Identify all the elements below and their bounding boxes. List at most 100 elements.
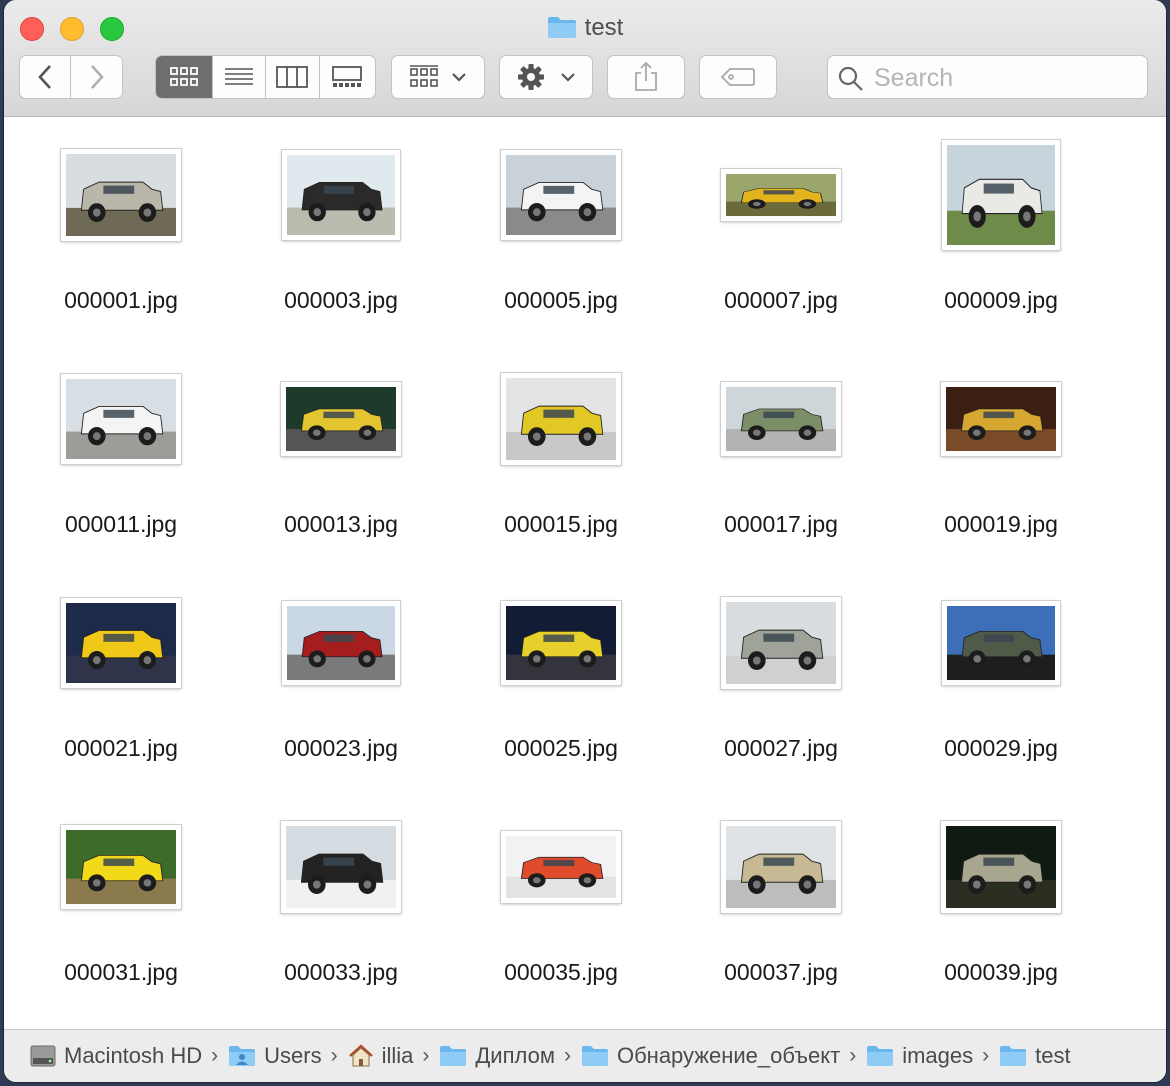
thumbnail-image bbox=[66, 154, 176, 236]
file-thumbnail[interactable] bbox=[501, 150, 621, 240]
group-by-button[interactable] bbox=[391, 55, 485, 99]
file-item[interactable]: 000005.jpg bbox=[456, 143, 666, 343]
file-item[interactable]: 000037.jpg bbox=[676, 815, 886, 1015]
folder-icon bbox=[866, 1045, 902, 1067]
path-item[interactable]: Macintosh HD bbox=[30, 1043, 202, 1069]
thumbnail-image bbox=[66, 603, 176, 683]
path-item-label: Диплом bbox=[475, 1043, 555, 1068]
file-name: 000019.jpg bbox=[944, 511, 1058, 537]
file-item[interactable]: 000009.jpg bbox=[896, 140, 1106, 343]
file-name: 000021.jpg bbox=[64, 735, 178, 761]
view-mode-control bbox=[155, 55, 376, 99]
file-thumbnail[interactable] bbox=[501, 601, 621, 685]
chevron-down-icon bbox=[452, 73, 466, 82]
action-control[interactable] bbox=[500, 56, 592, 98]
file-thumbnail[interactable] bbox=[501, 373, 621, 465]
file-thumbnail[interactable] bbox=[61, 149, 181, 241]
file-name: 000005.jpg bbox=[504, 287, 618, 313]
share-icon bbox=[635, 62, 657, 91]
forward-button[interactable] bbox=[71, 56, 122, 98]
back-button[interactable] bbox=[20, 56, 72, 98]
path-item-label: images bbox=[902, 1043, 974, 1068]
file-item[interactable]: 000013.jpg bbox=[236, 367, 446, 567]
file-thumbnail[interactable] bbox=[721, 382, 841, 456]
file-item[interactable]: 000017.jpg bbox=[676, 367, 886, 567]
path-item[interactable]: Диплом bbox=[439, 1043, 555, 1069]
path-item-label: test bbox=[1035, 1043, 1071, 1068]
file-item[interactable]: 000001.jpg bbox=[16, 143, 226, 343]
file-item[interactable]: 000023.jpg bbox=[236, 591, 446, 791]
file-name: 000017.jpg bbox=[724, 511, 838, 537]
gear-icon bbox=[518, 64, 544, 90]
file-thumbnail[interactable] bbox=[501, 831, 621, 903]
folder-icon bbox=[439, 1045, 475, 1067]
thumbnail-image bbox=[287, 155, 395, 235]
thumbnail-image bbox=[506, 836, 616, 898]
file-thumbnail[interactable] bbox=[282, 601, 400, 685]
file-thumbnail[interactable] bbox=[721, 821, 841, 913]
file-thumbnail[interactable] bbox=[61, 598, 181, 688]
file-name: 000039.jpg bbox=[944, 959, 1058, 985]
file-item[interactable]: 000015.jpg bbox=[456, 367, 666, 567]
thumbnail-image bbox=[286, 826, 396, 908]
thumbnail-image bbox=[726, 387, 836, 451]
nav-buttons bbox=[19, 55, 123, 99]
file-name: 000011.jpg bbox=[64, 511, 178, 537]
file-item[interactable]: 000003.jpg bbox=[236, 143, 446, 343]
thumbnail-image bbox=[66, 830, 176, 904]
file-item[interactable]: 000033.jpg bbox=[236, 815, 446, 1015]
path-item[interactable]: Обнаружение_объект bbox=[581, 1043, 840, 1069]
tag-icon bbox=[720, 68, 755, 86]
share-control[interactable] bbox=[608, 56, 684, 98]
file-item[interactable]: 000007.jpg bbox=[676, 143, 886, 343]
path-separator-icon: › bbox=[563, 1044, 571, 1067]
path-item[interactable]: illia bbox=[348, 1043, 413, 1069]
file-item[interactable]: 000029.jpg bbox=[896, 591, 1106, 791]
file-item[interactable]: 000021.jpg bbox=[16, 591, 226, 791]
path-item[interactable]: test bbox=[999, 1043, 1071, 1069]
file-item[interactable]: 000011.jpg bbox=[16, 367, 226, 567]
thumbnail-image bbox=[946, 826, 1056, 908]
share-button[interactable] bbox=[607, 55, 685, 99]
file-thumbnail[interactable] bbox=[942, 601, 1060, 685]
gallery-view-button[interactable] bbox=[320, 56, 375, 98]
file-thumbnail[interactable] bbox=[282, 150, 400, 240]
path-item[interactable]: images bbox=[866, 1043, 973, 1069]
file-thumbnail[interactable] bbox=[941, 382, 1061, 456]
icon-view-icon bbox=[170, 67, 199, 86]
file-name: 000037.jpg bbox=[724, 959, 838, 985]
file-name: 000025.jpg bbox=[504, 735, 618, 761]
tag-button[interactable] bbox=[699, 55, 777, 99]
file-item[interactable]: 000039.jpg bbox=[896, 815, 1106, 1015]
search-field[interactable] bbox=[827, 55, 1148, 99]
finder-window: test Search 000001.jpg 000003.jpg 000005… bbox=[4, 0, 1166, 1082]
column-view-button[interactable] bbox=[266, 56, 320, 98]
file-name: 000029.jpg bbox=[944, 735, 1058, 761]
file-thumbnail[interactable] bbox=[61, 374, 181, 464]
file-thumbnail[interactable] bbox=[942, 140, 1060, 250]
file-thumbnail[interactable] bbox=[281, 382, 401, 456]
file-thumbnail[interactable] bbox=[721, 597, 841, 689]
search-input[interactable] bbox=[872, 62, 1136, 94]
group-by-control[interactable] bbox=[392, 56, 484, 98]
file-item[interactable]: 000025.jpg bbox=[456, 591, 666, 791]
file-item[interactable]: 000035.jpg bbox=[456, 815, 666, 1015]
file-grid: 000001.jpg 000003.jpg 000005.jpg 000007.jpg… bbox=[4, 117, 1166, 1029]
path-separator-icon: › bbox=[211, 1044, 219, 1067]
list-view-button[interactable] bbox=[213, 56, 266, 98]
file-item[interactable]: 000027.jpg bbox=[676, 591, 886, 791]
action-button[interactable] bbox=[499, 55, 593, 99]
file-thumbnail[interactable] bbox=[941, 821, 1061, 913]
icon-view-button[interactable] bbox=[156, 56, 214, 98]
file-item[interactable]: 000031.jpg bbox=[16, 815, 226, 1015]
path-item[interactable]: Users bbox=[228, 1043, 322, 1069]
path-bar: Macintosh HD › Users › illia › Диплом › Обнаруже… bbox=[4, 1029, 1166, 1082]
thumbnail-image bbox=[726, 174, 836, 216]
file-name: 000013.jpg bbox=[284, 511, 398, 537]
file-thumbnail[interactable] bbox=[281, 821, 401, 913]
folder-icon bbox=[581, 1045, 617, 1067]
tag-control[interactable] bbox=[700, 56, 776, 98]
file-thumbnail[interactable] bbox=[61, 825, 181, 909]
file-item[interactable]: 000019.jpg bbox=[896, 367, 1106, 567]
file-thumbnail[interactable] bbox=[721, 169, 841, 221]
